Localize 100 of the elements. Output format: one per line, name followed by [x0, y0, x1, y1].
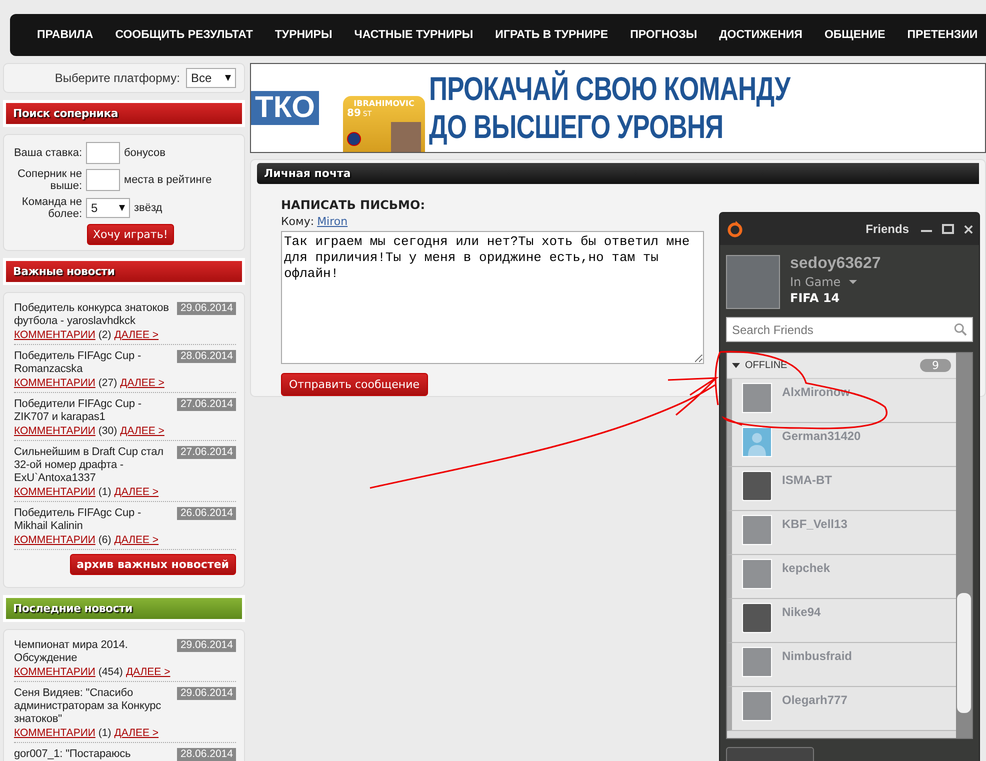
news-title: Победитель FIFAgc Cup - Mikhail Kalinin	[14, 507, 142, 533]
comments-link[interactable]: КОММЕНТАРИИ	[14, 425, 96, 437]
friend-name: German31420	[782, 429, 861, 444]
friend-name: kepchek	[782, 561, 830, 576]
send-button[interactable]: Отправить сообщение	[281, 373, 428, 396]
comments-link[interactable]: КОММЕНТАРИИ	[14, 534, 96, 546]
date-badge: 29.06.2014	[177, 639, 236, 652]
caret-icon	[119, 205, 125, 211]
add-friend-button[interactable]	[726, 747, 814, 761]
group-header[interactable]: OFFLINE 9	[727, 353, 956, 380]
banner-logo: ТКО	[251, 91, 319, 125]
date-badge: 27.06.2014	[177, 446, 236, 459]
caret-icon	[225, 75, 231, 81]
comment-count: (6)	[98, 534, 112, 546]
photo-placeholder	[742, 691, 772, 722]
field-label: Соперник не выше:	[16, 168, 82, 192]
news-title: Чемпионат мира 2014. Обсуждение	[14, 639, 129, 665]
friend-name: Olegarh777	[782, 693, 848, 708]
recipient-link[interactable]: Miron	[317, 215, 348, 228]
more-link[interactable]: ДАЛЕЕ >	[114, 486, 159, 498]
friend-name: KBF_Vell13	[782, 517, 848, 532]
comment-count: (2)	[98, 329, 112, 341]
nav-link[interactable]: СООБЩИТЬ РЕЗУЛЬТАТ	[104, 29, 264, 41]
comments-link[interactable]: КОММЕНТАРИИ	[14, 727, 96, 739]
news-title: Победитель конкурса знатоков футбола - yaroslavhdkck	[14, 302, 170, 328]
platform-label: Выберите платформу:	[54, 71, 180, 85]
mail-header: Личная почта	[257, 163, 979, 184]
nav-link[interactable]: ПРАВИЛА	[26, 29, 104, 41]
input-field[interactable]	[86, 142, 120, 164]
play-button[interactable]: Хочу играть!	[87, 224, 174, 245]
platform-select[interactable]: Все	[186, 68, 236, 88]
photo-placeholder	[742, 647, 772, 678]
date-badge: 26.06.2014	[177, 507, 236, 520]
stars-select[interactable]: 5	[86, 198, 130, 218]
nav-link[interactable]: ИГРАТЬ В ТУРНИРЕ	[484, 29, 620, 41]
window-title: Friends	[866, 222, 909, 236]
photo-placeholder	[742, 383, 772, 414]
club-badge-icon	[346, 132, 361, 146]
count-badge: 9	[920, 359, 951, 372]
friend-name: AlxMironow	[782, 385, 850, 400]
game-name: FIFA 14	[790, 291, 841, 306]
compose-heading: НАПИСАТЬ ПИСЬМО:	[281, 198, 425, 212]
photo-placeholder	[742, 559, 772, 590]
comments-link[interactable]: КОММЕНТАРИИ	[14, 377, 96, 389]
field-suffix: бонусов	[124, 147, 166, 159]
nav-link[interactable]: ПРЕТЕНЗИИ	[896, 29, 986, 41]
scrollbar[interactable]	[956, 353, 972, 738]
archive-button[interactable]: архив важных новостей	[70, 554, 236, 575]
input-field[interactable]	[86, 169, 120, 191]
search-icon	[954, 323, 967, 336]
nav-link[interactable]: ПРОГНОЗЫ	[619, 29, 708, 41]
ring-logo-icon	[726, 220, 744, 238]
date-badge: 29.06.2014	[177, 302, 236, 315]
comments-link[interactable]: КОММЕНТАРИИ	[14, 666, 96, 678]
banner-headline: ПРОКАЧАЙ СВОЮ КОМАНДУ	[428, 70, 790, 108]
search-field[interactable]: Search Friends	[726, 317, 973, 342]
more-link[interactable]: ДАЛЕЕ >	[114, 534, 159, 546]
close-icon[interactable]	[964, 224, 973, 234]
card-name: IBRAHIMOVIC	[352, 99, 416, 108]
comment-count: (1)	[98, 486, 112, 498]
date-badge: 27.06.2014	[177, 398, 236, 411]
status-dropdown[interactable]: In Game	[790, 275, 881, 290]
news-title: Победители FIFAgc Cup - ZIK707 и karapas1	[14, 398, 142, 424]
more-link[interactable]: ДАЛЕЕ >	[126, 666, 170, 678]
minimize-icon[interactable]	[921, 230, 932, 232]
more-link[interactable]: ДАЛЕЕ >	[114, 727, 159, 739]
comment-count: (1)	[98, 727, 112, 739]
nav-link[interactable]: ОБЩЕНИЕ	[813, 29, 896, 41]
section-header: Поиск соперника	[6, 103, 242, 124]
news-title: Сеня Видяев: "Спасибо администраторам за Конкурс знатоков"	[14, 687, 162, 726]
banner-headline: ДО ВЫСШЕГО УРОВНЯ	[428, 108, 724, 146]
section-header: Важные новости	[6, 261, 242, 282]
nav-link[interactable]: ТУРНИРЫ	[264, 29, 344, 41]
news-title: Сильнейшим в Draft Cup стал 32-ой номер драфта - ExU`Antoxa1337	[14, 446, 164, 485]
news-title: gor007_1: "Постараюсь	[14, 748, 131, 761]
more-link[interactable]: ДАЛЕЕ >	[114, 329, 159, 341]
maximize-icon[interactable]	[942, 224, 954, 234]
date-badge: 29.06.2014	[177, 687, 236, 700]
friend-name: Nimbusfraid	[782, 649, 852, 664]
friend-name: Nike94	[782, 605, 821, 620]
more-link[interactable]: ДАЛЕЕ >	[120, 425, 164, 437]
field-suffix: места в рейтинге	[124, 174, 212, 186]
comment-count: (27)	[98, 377, 118, 389]
section-header: Последние новости	[6, 598, 242, 619]
nav-link[interactable]: ЧАСТНЫЕ ТУРНИРЫ	[343, 29, 484, 41]
date-badge: 28.06.2014	[177, 350, 236, 363]
message-field[interactable]: Так играем мы сегодня или нет?Ты хоть бы ответил мне для приличия!Ты у меня в ориджине есть,но там ты офлайн!	[281, 231, 704, 364]
caret-icon	[848, 280, 857, 284]
field-label: Команда не более:	[20, 196, 82, 220]
photo-placeholder	[742, 515, 772, 546]
more-link[interactable]: ДАЛЕЕ >	[120, 377, 164, 389]
comment-count: (30)	[98, 425, 118, 437]
comments-link[interactable]: КОММЕНТАРИИ	[14, 329, 96, 341]
card-rating: 89	[346, 108, 361, 119]
comments-link[interactable]: КОММЕНТАРИИ	[14, 486, 96, 498]
comment-count: (454)	[98, 666, 123, 678]
group-name: OFFLINE	[745, 360, 788, 372]
recipient-label: Кому:	[281, 215, 314, 228]
emblem-avatar-icon	[742, 471, 772, 502]
nav-link[interactable]: ДОСТИЖЕНИЯ	[708, 29, 814, 41]
